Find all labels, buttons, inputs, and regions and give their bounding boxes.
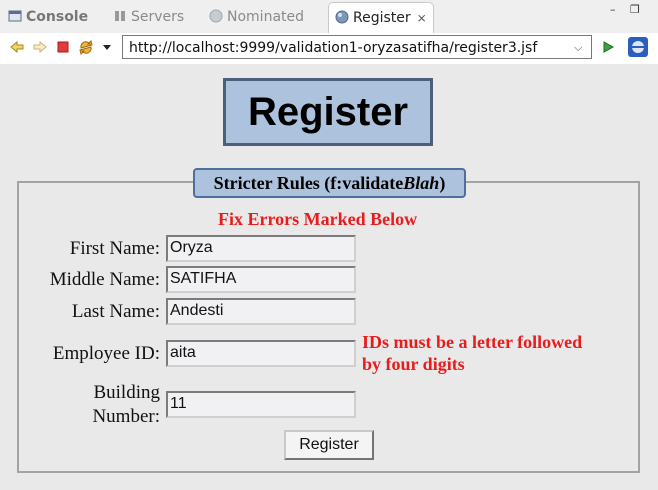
tab-label: Nominated: [227, 9, 305, 25]
close-icon[interactable]: ⨯: [417, 3, 427, 33]
refresh-icon[interactable]: [78, 39, 94, 55]
legend-suffix: ): [439, 173, 446, 193]
middle-name-field[interactable]: SATIFHA: [166, 266, 356, 293]
tab-console[interactable]: Console: [8, 6, 88, 28]
servers-icon: [113, 8, 127, 22]
menu-dropdown-icon[interactable]: [99, 39, 115, 55]
form-error-message: Fix Errors Marked Below: [218, 209, 418, 229]
view-tab-bar: Console Servers Nominated Register ⨯ – ❐: [0, 0, 658, 33]
browser-icon[interactable]: [628, 37, 648, 57]
building-number-label-line2: Number:: [92, 406, 160, 427]
last-name-field[interactable]: Andesti: [166, 298, 356, 325]
minimize-icon[interactable]: –: [610, 3, 616, 16]
first-name-label: First Name:: [69, 238, 160, 259]
tab-label: Console: [26, 9, 89, 25]
tab-label: Register: [353, 10, 411, 26]
tab-label: Servers: [131, 9, 185, 25]
maximize-icon[interactable]: ❐: [630, 3, 640, 16]
fieldset-legend: Stricter Rules (f:validateBlah): [193, 168, 466, 198]
legend-italic: Blah: [403, 173, 440, 193]
first-name-field[interactable]: Oryza: [166, 235, 356, 262]
middle-name-label: Middle Name:: [49, 269, 160, 290]
legend-prefix: Stricter Rules (f:validate: [213, 173, 404, 193]
tab-nominated[interactable]: Nominated: [209, 6, 304, 28]
employee-id-error-line2: by four digits: [362, 354, 465, 374]
employee-id-field[interactable]: aita: [166, 340, 356, 367]
go-icon[interactable]: [600, 39, 616, 55]
console-icon: [8, 8, 22, 22]
last-name-label: Last Name:: [71, 301, 160, 322]
tab-register[interactable]: Register ⨯: [328, 2, 434, 33]
building-number-label: Building Number:: [20, 381, 160, 429]
building-number-field[interactable]: 11: [166, 391, 356, 418]
page-content: Register Stricter Rules (f:validateBlah)…: [0, 64, 658, 490]
employee-id-error-line1: IDs must be a letter followed: [362, 332, 583, 352]
register-button[interactable]: Register: [284, 430, 374, 460]
globe-icon: [335, 5, 349, 24]
tab-servers[interactable]: Servers: [113, 6, 184, 28]
chevron-down-icon[interactable]: ⌵: [574, 41, 582, 55]
employee-id-label: Employee ID:: [52, 343, 160, 364]
forward-icon[interactable]: [32, 39, 48, 55]
employee-id-error: IDs must be a letter followed by four di…: [362, 331, 582, 375]
page-title: Register: [223, 78, 433, 146]
stop-icon[interactable]: [55, 39, 71, 55]
globe-icon: [209, 8, 223, 23]
building-number-label-line1: Building: [93, 382, 160, 403]
url-input[interactable]: http://localhost:9999/validation1-oryzas…: [122, 35, 592, 59]
back-icon[interactable]: [9, 39, 25, 55]
